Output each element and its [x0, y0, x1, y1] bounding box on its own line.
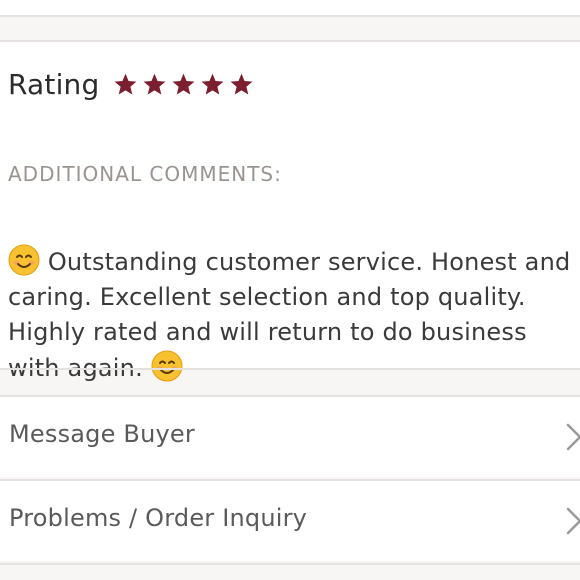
divider — [0, 15, 580, 17]
star-icon — [113, 72, 138, 97]
divider — [0, 368, 580, 370]
top-section-edge — [0, 0, 580, 16]
smiling-face-emoji-icon — [8, 244, 40, 276]
star-icon — [200, 72, 225, 97]
message-buyer-row[interactable]: Message Buyer — [0, 397, 580, 477]
rating-label: Rating — [8, 67, 100, 101]
review-detail-page: Rating ADDITIONAL COMMENTS: Outstanding … — [0, 0, 580, 580]
order-inquiry-row[interactable]: Problems / Order Inquiry — [0, 481, 580, 561]
review-card: Rating ADDITIONAL COMMENTS: Outstanding … — [0, 42, 580, 382]
star-icon — [171, 72, 196, 97]
chevron-right-icon — [564, 421, 580, 453]
comment-body: Outstanding customer service. Honest and… — [8, 244, 578, 386]
message-buyer-label: Message Buyer — [9, 420, 195, 448]
comment-text: Outstanding customer service. Honest and… — [8, 248, 571, 382]
comments-heading: ADDITIONAL COMMENTS: — [8, 162, 282, 186]
star-icon — [142, 72, 167, 97]
order-inquiry-label: Problems / Order Inquiry — [9, 504, 308, 532]
star-icon — [229, 72, 254, 97]
rating-row: Rating — [8, 66, 254, 102]
divider — [0, 563, 580, 565]
chevron-right-icon — [564, 505, 580, 537]
star-rating — [113, 72, 254, 97]
smiling-face-emoji-icon — [151, 350, 183, 382]
